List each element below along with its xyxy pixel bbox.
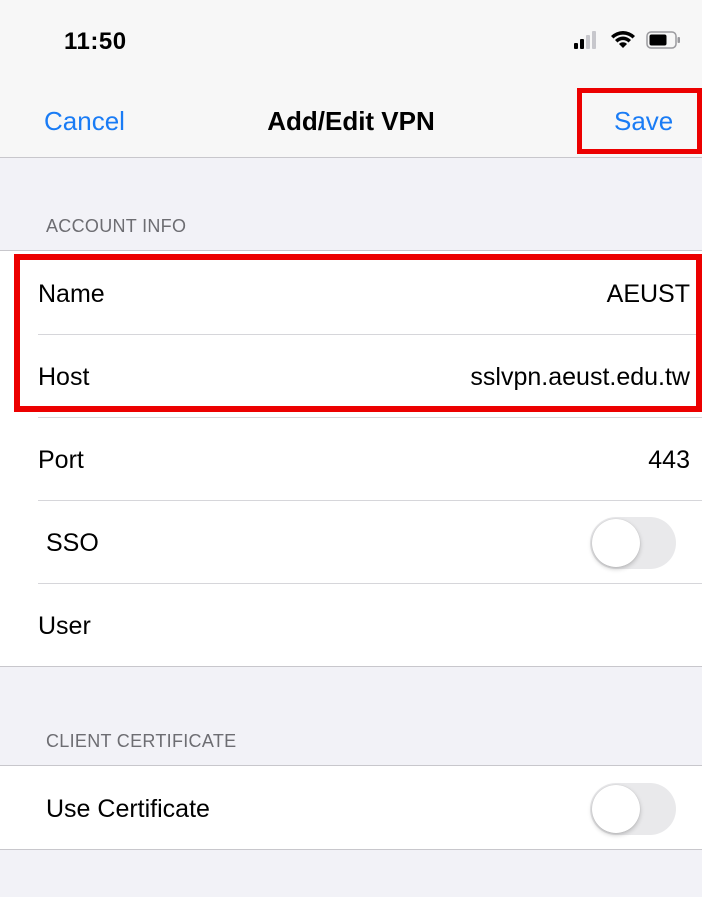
status-bar: 11:50 xyxy=(0,0,702,80)
wifi-icon xyxy=(610,30,636,55)
battery-icon xyxy=(646,31,682,54)
user-label: User xyxy=(38,612,91,640)
section-header-client-certificate: CLIENT CERTIFICATE xyxy=(46,731,237,751)
toggle-knob xyxy=(592,785,640,833)
sso-row: SSO xyxy=(0,500,702,583)
save-button[interactable]: Save xyxy=(614,106,673,137)
port-value[interactable]: 443 xyxy=(648,446,690,475)
name-label: Name xyxy=(38,280,105,308)
sso-label: SSO xyxy=(46,529,99,557)
toggle-knob xyxy=(592,519,640,567)
signal-icon xyxy=(574,31,600,54)
use-certificate-label: Use Certificate xyxy=(46,795,210,823)
host-row[interactable]: Host sslvpn.aeust.edu.tw xyxy=(0,334,702,417)
host-value[interactable]: sslvpn.aeust.edu.tw xyxy=(470,363,690,392)
account-info-group: Name AEUST Host sslvpn.aeust.edu.tw Port… xyxy=(0,250,702,667)
port-row[interactable]: Port 443 xyxy=(0,417,702,500)
host-label: Host xyxy=(38,363,90,391)
port-label: Port xyxy=(38,446,84,474)
client-certificate-group: Use Certificate xyxy=(0,765,702,850)
status-time: 11:50 xyxy=(64,28,127,55)
name-value[interactable]: AEUST xyxy=(607,280,690,309)
use-certificate-row: Use Certificate xyxy=(0,766,702,849)
nav-bar: Cancel Add/Edit VPN Save xyxy=(0,80,702,158)
page-title: Add/Edit VPN xyxy=(267,106,435,136)
use-certificate-toggle[interactable] xyxy=(590,783,676,835)
sso-toggle[interactable] xyxy=(590,517,676,569)
section-header-account-info: ACCOUNT INFO xyxy=(46,216,187,236)
status-icons xyxy=(574,30,682,55)
name-row[interactable]: Name AEUST xyxy=(0,251,702,334)
user-row[interactable]: User xyxy=(0,583,702,666)
